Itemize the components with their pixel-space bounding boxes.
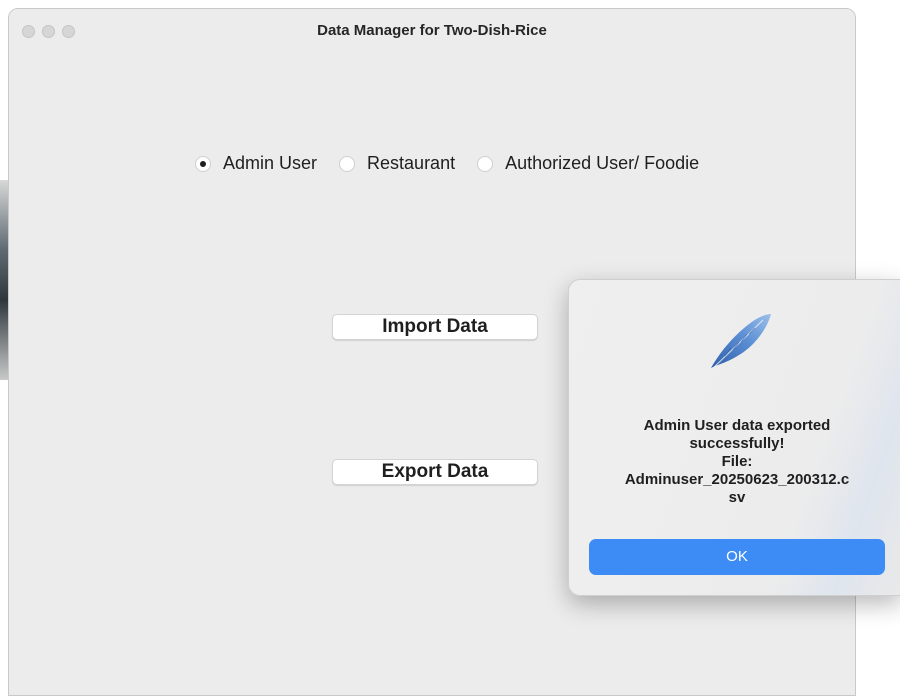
export-success-alert: Admin User data exported successfully! F… (568, 279, 900, 596)
window-title: Data Manager for Two-Dish-Rice (317, 22, 547, 39)
radio-admin-user-circle[interactable] (195, 155, 211, 172)
alert-message-line: sv (728, 489, 746, 506)
radio-authorized-user[interactable]: Authorized User/ Foodie (477, 153, 699, 174)
title-bar: Data Manager for Two-Dish-Rice (9, 9, 855, 53)
alert-message: Admin User data exported successfully! F… (589, 417, 885, 507)
export-data-button[interactable]: Export Data (332, 459, 538, 485)
alert-message-line: File: (721, 453, 753, 470)
radio-admin-user-label: Admin User (223, 153, 318, 173)
radio-authorized-user-circle[interactable] (477, 155, 494, 172)
feather-icon (708, 314, 771, 373)
alert-message-line: Adminuser_20250623_200312.c (624, 471, 850, 488)
alert-message-line: Admin User data exported (643, 417, 831, 434)
import-data-button[interactable]: Import Data (332, 314, 538, 340)
alert-message-line: successfully! (689, 435, 785, 452)
user-type-radio-group: Admin User Restaurant Authorized User/ F… (195, 153, 721, 174)
radio-restaurant-circle[interactable] (339, 155, 356, 172)
radio-restaurant-label: Restaurant (367, 153, 456, 173)
ok-button[interactable]: OK (589, 539, 885, 575)
radio-admin-user[interactable]: Admin User (195, 153, 317, 174)
radio-restaurant[interactable]: Restaurant (339, 153, 455, 174)
radio-authorized-user-label: Authorized User/ Foodie (505, 153, 700, 173)
